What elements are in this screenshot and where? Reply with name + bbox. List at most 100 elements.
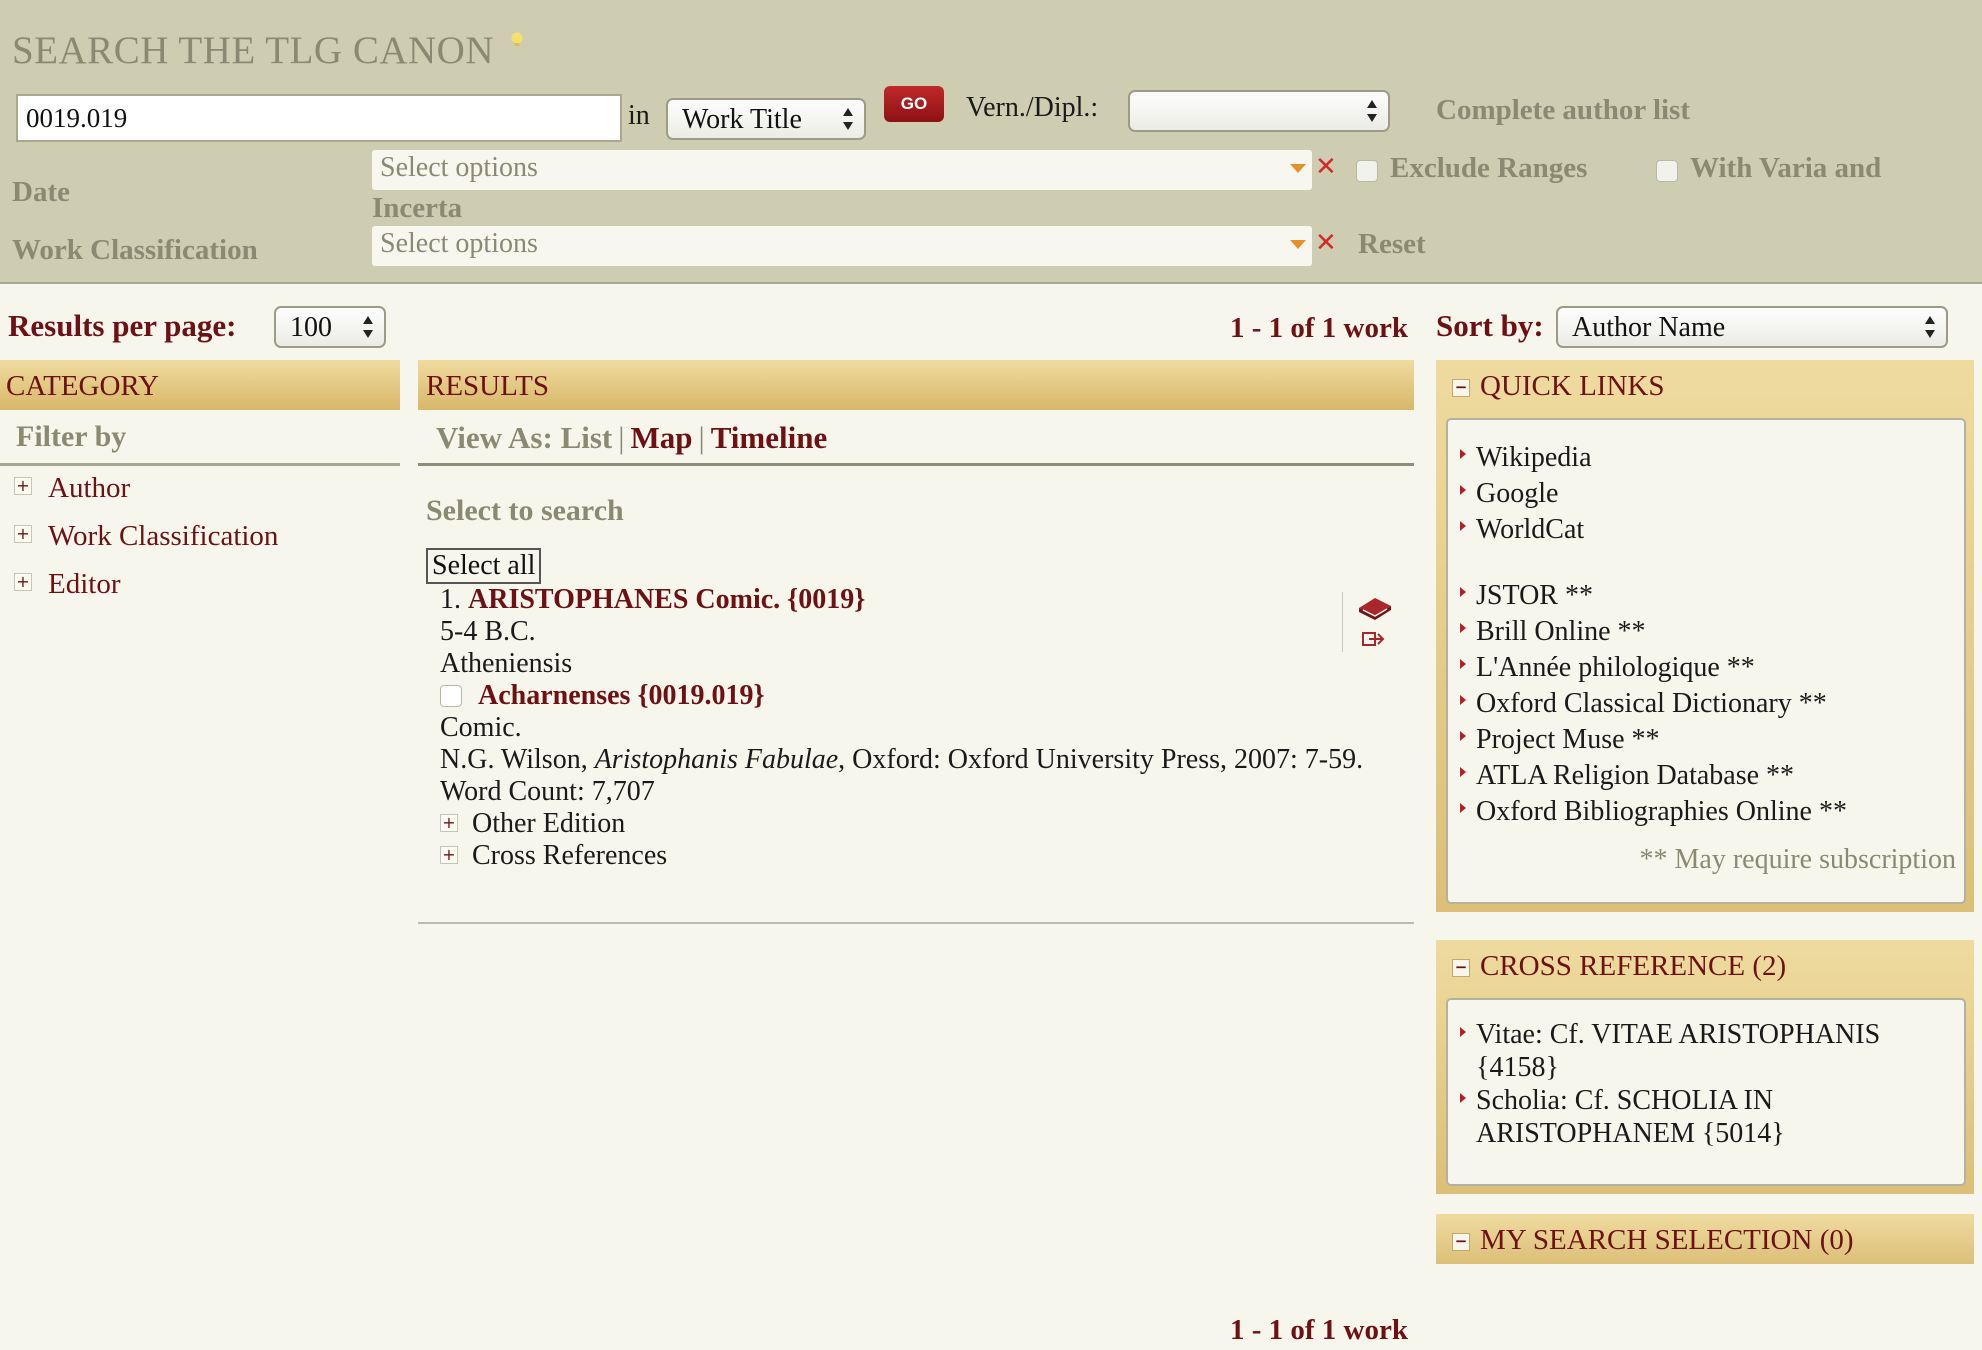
view-timeline-link[interactable]: Timeline <box>711 420 828 455</box>
book-icon[interactable] <box>1357 594 1393 622</box>
go-button[interactable]: GO <box>884 86 944 122</box>
exclude-ranges-label: Exclude Ranges <box>1390 152 1588 184</box>
search-field-value: Work Title <box>682 104 802 135</box>
quick-link-oxford-bibliographies[interactable]: Oxford Bibliographies Online ** <box>1454 794 1964 830</box>
my-search-selection-header[interactable]: − MY SEARCH SELECTION (0) <box>1436 1214 1974 1264</box>
my-search-selection-label: MY SEARCH SELECTION (0) <box>1480 1224 1854 1256</box>
bullet-arrow-icon <box>1460 767 1466 777</box>
edition-publication: , Oxford: Oxford University Press, 2007:… <box>838 744 1364 775</box>
expand-icon[interactable]: + <box>14 573 32 591</box>
quick-links-header-label: QUICK LINKS <box>1480 370 1665 402</box>
link-label[interactable]: WorldCat <box>1476 514 1584 545</box>
quick-link-jstor[interactable]: JSTOR ** <box>1454 578 1964 614</box>
result-genre: Comic. <box>440 712 522 743</box>
search-field-select[interactable]: Work Title <box>666 98 866 140</box>
bullet-arrow-icon <box>1460 659 1466 669</box>
expand-icon[interactable]: + <box>440 814 458 832</box>
cross-reference-box: Vitae: Cf. VITAE ARISTOPHANIS {4158} Sch… <box>1446 998 1966 1186</box>
search-input[interactable] <box>16 94 622 142</box>
link-label[interactable]: Wikipedia <box>1476 442 1592 473</box>
quick-link-brill[interactable]: Brill Online ** <box>1454 614 1964 650</box>
result-author-line: 1. ARISTOPHANES Comic. {0019} <box>440 584 1410 616</box>
vern-dipl-select[interactable] <box>1128 90 1390 132</box>
cross-reference-panel: − CROSS REFERENCE (2) Vitae: Cf. VITAE AR… <box>1436 940 1974 1194</box>
filter-editor[interactable]: + Editor <box>14 568 121 601</box>
link-label[interactable]: L'Année philologique ** <box>1476 652 1755 683</box>
results-per-page-label: Results per page: <box>8 308 237 343</box>
separator: | <box>698 420 705 455</box>
quick-link-google[interactable]: Google <box>1454 476 1964 512</box>
date-multiselect[interactable]: Select options <box>372 150 1312 190</box>
edition-title: Aristophanis Fabulae <box>594 744 839 775</box>
bullet-arrow-icon <box>1460 623 1466 633</box>
view-as-label: View As: <box>436 420 553 455</box>
cross-reference-item[interactable]: Vitae: Cf. VITAE ARISTOPHANIS {4158} <box>1454 1018 1964 1084</box>
page-title: SEARCH THE TLG CANON <box>12 29 494 72</box>
reset-button[interactable]: Reset <box>1358 228 1426 261</box>
cross-reference-item[interactable]: Scholia: Cf. SCHOLIA IN ARISTOPHANEM {50… <box>1454 1084 1964 1150</box>
filter-editor-label[interactable]: Editor <box>48 568 121 600</box>
result-actions <box>1342 592 1392 652</box>
filter-author[interactable]: + Author <box>14 472 130 505</box>
other-edition-label[interactable]: Other Edition <box>472 808 625 839</box>
cross-reference-label[interactable]: Vitae: Cf. VITAE ARISTOPHANIS {4158} <box>1476 1019 1880 1083</box>
collapse-icon[interactable]: − <box>1452 379 1470 397</box>
quick-link-ocd[interactable]: Oxford Classical Dictionary ** <box>1454 686 1964 722</box>
view-map-link[interactable]: Map <box>630 420 692 455</box>
other-edition-toggle[interactable]: + Other Edition <box>440 808 1410 840</box>
cross-references-toggle[interactable]: + Cross References <box>440 840 1410 872</box>
select-to-search-label: Select to search <box>426 494 624 527</box>
link-label[interactable]: JSTOR ** <box>1476 580 1593 611</box>
select-all-button[interactable]: Select all <box>426 548 542 584</box>
quick-link-wikipedia[interactable]: Wikipedia <box>1454 440 1964 476</box>
divider <box>418 463 1414 466</box>
result-edition: N.G. Wilson, Aristophanis Fabulae, Oxfor… <box>440 744 1410 776</box>
work-select-checkbox[interactable] <box>440 685 462 707</box>
link-label[interactable]: Oxford Classical Dictionary ** <box>1476 688 1827 719</box>
divider <box>0 463 400 466</box>
result-index: 1. <box>440 584 461 615</box>
results-header-label: RESULTS <box>426 370 550 402</box>
collapse-icon[interactable]: − <box>1452 1233 1470 1251</box>
quick-link-project-muse[interactable]: Project Muse ** <box>1454 722 1964 758</box>
link-label[interactable]: Project Muse ** <box>1476 724 1660 755</box>
select-arrows-icon <box>363 316 373 338</box>
sort-by-select[interactable]: Author Name <box>1556 306 1948 348</box>
filter-work-classification-label[interactable]: Work Classification <box>48 520 278 552</box>
cross-reference-header[interactable]: − CROSS REFERENCE (2) <box>1436 940 1974 990</box>
collapse-icon[interactable]: − <box>1452 959 1470 977</box>
link-label[interactable]: Oxford Bibliographies Online ** <box>1476 796 1847 827</box>
link-label[interactable]: Google <box>1476 478 1558 509</box>
filter-author-label[interactable]: Author <box>48 472 130 504</box>
export-icon[interactable] <box>1361 628 1387 650</box>
expand-icon[interactable]: + <box>14 477 32 495</box>
result-author-link[interactable]: ARISTOPHANES Comic. {0019} <box>468 584 865 615</box>
with-varia-label: With Varia and <box>1690 152 1882 184</box>
link-label[interactable]: ATLA Religion Database ** <box>1476 760 1794 791</box>
lightbulb-icon[interactable] <box>510 32 524 50</box>
work-classification-label: Work Classification <box>12 234 258 266</box>
link-label[interactable]: Brill Online ** <box>1476 616 1646 647</box>
result-count-top: 1 - 1 of 1 work <box>1229 312 1408 344</box>
quick-link-annee-philologique[interactable]: L'Année philologique ** <box>1454 650 1964 686</box>
cross-reference-header-label: CROSS REFERENCE (2) <box>1480 950 1787 982</box>
expand-icon[interactable]: + <box>440 846 458 864</box>
work-classification-clear-icon[interactable]: ✕ <box>1315 228 1337 258</box>
results-per-page-select[interactable]: 100 <box>274 306 386 348</box>
work-classification-multiselect[interactable]: Select options <box>372 226 1312 266</box>
quick-links-header[interactable]: − QUICK LINKS <box>1436 360 1974 410</box>
result-work-line: Acharnenses {0019.019} <box>440 680 1410 712</box>
date-clear-icon[interactable]: ✕ <box>1315 152 1337 182</box>
cross-reference-label[interactable]: Scholia: Cf. SCHOLIA IN ARISTOPHANEM {50… <box>1476 1085 1785 1149</box>
complete-author-list-link[interactable]: Complete author list <box>1436 94 1690 127</box>
cross-references-label[interactable]: Cross References <box>472 840 667 871</box>
view-list-link[interactable]: List <box>561 420 613 455</box>
quick-link-atla[interactable]: ATLA Religion Database ** <box>1454 758 1964 794</box>
result-work-title-link[interactable]: Acharnenses {0019.019} <box>478 680 765 711</box>
exclude-ranges-checkbox[interactable] <box>1356 160 1378 182</box>
filter-work-classification[interactable]: + Work Classification <box>14 520 278 553</box>
quick-link-worldcat[interactable]: WorldCat <box>1454 512 1964 548</box>
with-varia-checkbox[interactable] <box>1656 160 1678 182</box>
work-classification-placeholder: Select options <box>380 228 538 259</box>
expand-icon[interactable]: + <box>14 525 32 543</box>
